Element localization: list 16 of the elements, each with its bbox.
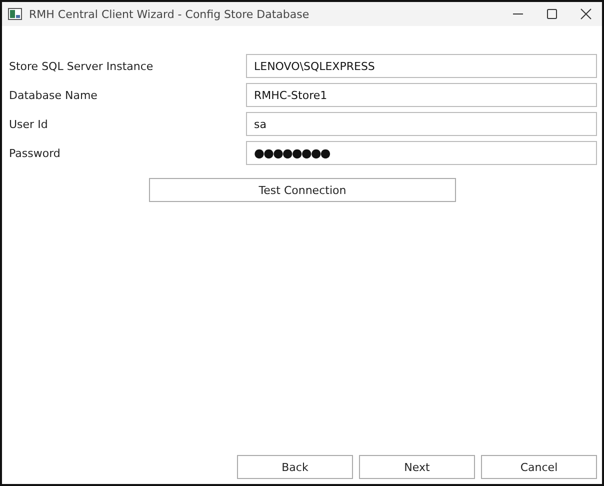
field-label: Password: [9, 146, 62, 160]
field-label: User Id: [9, 118, 49, 130]
password-field[interactable]: ●●●●●●●●: [246, 141, 597, 165]
field-label: Database Name: [9, 88, 98, 102]
wizard-button[interactable]: Cancel: [481, 455, 597, 479]
wizard-button[interactable]: Next: [359, 455, 475, 479]
maximize-icon[interactable]: [546, 8, 558, 20]
input-field[interactable]: LENOVO\SQLEXPRESS: [246, 54, 597, 78]
app-icon: [8, 8, 22, 20]
field-label: Store SQL Server Instance: [9, 60, 154, 72]
input-field[interactable]: sa: [246, 112, 597, 136]
test-connection-button[interactable]: Test Connection: [149, 178, 456, 202]
close-icon[interactable]: [580, 8, 592, 20]
wizard-button[interactable]: Back: [237, 455, 353, 479]
input-field[interactable]: RMHC-Store1: [246, 83, 597, 107]
window-title: RMH Central Client Wizard - Config Store Database: [29, 8, 310, 20]
